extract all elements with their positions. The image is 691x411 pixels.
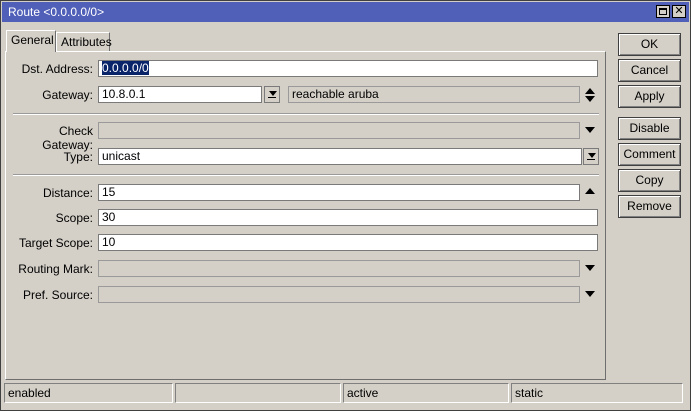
check-gateway-dropdown-icon[interactable] — [585, 127, 595, 133]
ok-button[interactable]: OK — [618, 33, 681, 56]
disable-button[interactable]: Disable — [618, 117, 681, 140]
pref-source-label: Pref. Source: — [22, 288, 93, 302]
close-icon[interactable]: ✕ — [672, 5, 686, 18]
pref-source-field[interactable] — [98, 286, 580, 303]
gateway-dropdown-icon[interactable] — [264, 86, 280, 103]
gateway-field[interactable]: 10.8.0.1 — [98, 86, 262, 103]
scope-field[interactable]: 30 — [98, 209, 598, 226]
title-bar[interactable]: Route <0.0.0.0/0> ✕ — [2, 2, 689, 22]
copy-button[interactable]: Copy — [618, 169, 681, 192]
separator-1 — [13, 113, 599, 115]
type-field[interactable]: unicast — [98, 148, 582, 165]
comment-button[interactable]: Comment — [618, 143, 681, 166]
status-empty — [175, 383, 341, 403]
distance-label: Distance: — [42, 186, 93, 200]
dst-address-field[interactable]: 0.0.0.0/0 — [98, 60, 598, 77]
distance-remove-icon[interactable] — [585, 188, 595, 194]
gateway-add-icon[interactable] — [585, 88, 595, 94]
gateway-status-field: reachable aruba — [288, 86, 580, 103]
distance-field[interactable]: 15 — [98, 184, 580, 201]
dst-address-value: 0.0.0.0/0 — [102, 61, 149, 75]
remove-button[interactable]: Remove — [618, 195, 681, 218]
check-gateway-label: Check Gateway: — [42, 124, 93, 152]
tab-general[interactable]: General — [6, 30, 56, 52]
window-title: Route <0.0.0.0/0> — [8, 5, 105, 19]
gateway-label: Gateway: — [42, 88, 93, 102]
type-label: Type: — [63, 150, 93, 164]
target-scope-field[interactable]: 10 — [98, 234, 598, 251]
target-scope-label: Target Scope: — [18, 236, 93, 250]
separator-2 — [13, 174, 599, 176]
apply-button[interactable]: Apply — [618, 85, 681, 108]
pref-source-dropdown-icon[interactable] — [585, 291, 595, 297]
status-enabled: enabled — [4, 383, 173, 403]
dst-address-label: Dst. Address: — [21, 62, 93, 76]
scope-label: Scope: — [55, 211, 93, 225]
check-gateway-field[interactable] — [98, 122, 580, 139]
tab-attributes[interactable]: Attributes — [56, 32, 112, 52]
type-dropdown-icon[interactable] — [583, 148, 599, 165]
status-static: static — [511, 383, 683, 403]
gateway-remove-icon[interactable] — [585, 96, 595, 102]
status-active: active — [343, 383, 509, 403]
routing-mark-field[interactable] — [98, 260, 580, 277]
routing-mark-dropdown-icon[interactable] — [585, 265, 595, 271]
routing-mark-label: Routing Mark: — [18, 262, 93, 276]
maximize-icon[interactable] — [656, 5, 670, 18]
cancel-button[interactable]: Cancel — [618, 59, 681, 82]
